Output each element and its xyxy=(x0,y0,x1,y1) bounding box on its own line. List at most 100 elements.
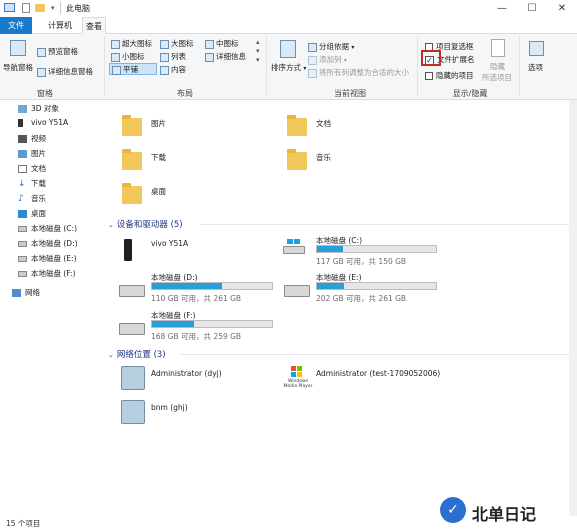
pictures-icon xyxy=(18,150,27,158)
drive-usage-fill xyxy=(152,283,222,289)
options-button[interactable]: 选项 xyxy=(528,62,543,73)
network-section-header[interactable]: ⌄ 网络位置 (3) xyxy=(108,348,166,360)
group-by-button[interactable]: 分组依据 ▾ xyxy=(308,41,354,52)
layout-scroll-icon[interactable]: ▴ ▾ ▾ xyxy=(256,38,260,65)
folder-label: 桌面 xyxy=(151,187,166,196)
3d-objects-icon xyxy=(18,105,27,113)
content-icon xyxy=(160,65,169,75)
drive-item-f[interactable]: 本地磁盘 (F:) 168 GB 可用，共 259 GB xyxy=(115,309,275,345)
video-icon xyxy=(18,135,27,143)
nav-item-drive-c[interactable]: 本地磁盘 (C:) xyxy=(18,223,77,235)
chevron-down-icon: ▾ xyxy=(343,57,347,64)
devices-section-header[interactable]: ⌄ 设备和驱动器 (5) xyxy=(108,218,183,230)
nav-item-desktop[interactable]: 桌面 xyxy=(18,208,46,220)
new-folder-icon[interactable] xyxy=(35,4,45,12)
folder-item-music[interactable]: 音乐 xyxy=(283,148,403,178)
close-button[interactable]: ✕ xyxy=(547,0,577,17)
watermark-text: 北单日记 xyxy=(472,505,537,524)
nav-item-label: 文档 xyxy=(31,164,46,173)
network-icon xyxy=(12,289,21,297)
hidden-items-checkbox[interactable] xyxy=(425,72,433,80)
layout-list[interactable]: 列表 xyxy=(160,51,186,62)
nav-item-3d-objects[interactable]: 3D 对象 xyxy=(18,103,59,115)
title-bar: ▾ 此电脑 — ☐ ✕ xyxy=(0,0,577,17)
layout-content[interactable]: 内容 xyxy=(160,64,186,75)
nav-item-label: 视频 xyxy=(31,134,46,143)
folder-item-pictures[interactable]: 图片 xyxy=(118,114,238,144)
add-column-icon xyxy=(308,55,317,65)
folder-label: 图片 xyxy=(151,119,166,128)
layout-small-icons[interactable]: 小图标 xyxy=(111,51,145,62)
nav-item-documents[interactable]: 文档 xyxy=(18,163,46,175)
section-divider xyxy=(200,224,570,225)
drive-usage-bar xyxy=(151,282,273,290)
device-item-phone[interactable]: vivo Y51A xyxy=(118,237,268,267)
nav-item-music[interactable]: ♪ 音乐 xyxy=(18,193,46,205)
drive-icon xyxy=(119,323,145,335)
desktop-folder-icon xyxy=(122,183,142,204)
nav-item-label: 本地磁盘 (C:) xyxy=(31,224,77,233)
tab-computer[interactable]: 计算机 xyxy=(38,17,82,34)
folder-item-documents[interactable]: 文档 xyxy=(283,114,403,144)
tab-view[interactable]: 查看 xyxy=(82,17,106,34)
section-divider xyxy=(180,354,570,355)
divider xyxy=(104,36,105,96)
minimize-button[interactable]: — xyxy=(487,0,517,17)
add-column-label: 添加列 xyxy=(319,55,342,64)
tab-file[interactable]: 文件 xyxy=(0,17,32,34)
divider xyxy=(519,36,520,96)
hidden-items-option[interactable]: 隐藏的项目 xyxy=(425,70,474,81)
nav-item-label: 3D 对象 xyxy=(31,104,59,113)
preview-pane-icon xyxy=(37,47,46,57)
drive-item-e[interactable]: 本地磁盘 (E:) 202 GB 可用，共 261 GB xyxy=(280,271,440,307)
folder-item-desktop[interactable]: 桌面 xyxy=(118,182,238,212)
preview-pane-button[interactable]: 预览窗格 xyxy=(37,46,78,57)
add-column-button[interactable]: 添加列 ▾ xyxy=(308,54,347,65)
layout-option-label: 小图标 xyxy=(122,52,145,61)
group-by-label: 分组依据 xyxy=(319,42,349,51)
nav-item-network[interactable]: 网络 xyxy=(12,287,40,299)
maximize-button[interactable]: ☐ xyxy=(517,0,547,17)
chevron-down-icon: ▾ xyxy=(351,44,355,51)
drive-item-d[interactable]: 本地磁盘 (D:) 110 GB 可用，共 261 GB xyxy=(115,271,275,307)
layout-medium-icons[interactable]: 中图标 xyxy=(205,38,239,49)
nav-item-label: 本地磁盘 (F:) xyxy=(31,269,76,278)
folder-item-downloads[interactable]: 下载 xyxy=(118,148,238,178)
network-item-dyj[interactable]: Administrator (dyj) xyxy=(118,364,278,396)
sort-button[interactable]: 排序方式 ▾ xyxy=(271,62,306,73)
layout-tiles[interactable]: 平铺 xyxy=(109,63,157,75)
fit-columns-button[interactable]: 将所有列调整为合适的大小 xyxy=(308,67,409,78)
layout-option-label: 详细信息 xyxy=(216,52,246,61)
network-item-label: Administrator (test-1709052006) xyxy=(316,369,441,378)
layout-details[interactable]: 详细信息 xyxy=(205,51,246,62)
nav-item-pictures[interactable]: 图片 xyxy=(18,148,46,160)
nav-item-downloads[interactable]: ↓ 下载 xyxy=(18,178,46,190)
sort-label: 排序方式 xyxy=(271,63,301,72)
properties-icon[interactable] xyxy=(22,3,30,13)
vertical-scrollbar[interactable] xyxy=(569,100,577,516)
nav-item-drive-e[interactable]: 本地磁盘 (E:) xyxy=(18,253,77,265)
nav-item-phone[interactable]: vivo Y51A xyxy=(18,118,68,130)
divider xyxy=(60,2,61,14)
nav-item-drive-d[interactable]: 本地磁盘 (D:) xyxy=(18,238,78,250)
details-pane-button[interactable]: 详细信息窗格 xyxy=(37,66,93,77)
drive-usage-fill xyxy=(317,246,344,252)
windows-drive-icon xyxy=(283,239,305,254)
chevron-down-icon: ⌄ xyxy=(108,221,114,229)
documents-folder-icon xyxy=(287,115,307,136)
desktop-icon xyxy=(18,210,27,218)
file-extensions-label: 文件扩展名 xyxy=(437,55,475,64)
network-item-test[interactable]: Windows Media Player Administrator (test… xyxy=(281,364,471,396)
drive-space-info: 168 GB 可用，共 259 GB xyxy=(151,332,242,341)
network-item-ghj[interactable]: bnm (ghj) xyxy=(118,398,278,430)
navigation-pane-button[interactable]: 导航窗格 xyxy=(3,62,33,73)
layout-extra-large-icons[interactable]: 超大图标 xyxy=(111,38,152,49)
quick-access-dropdown-icon[interactable]: ▾ xyxy=(51,4,55,12)
drive-item-c[interactable]: 本地磁盘 (C:) 117 GB 可用，共 150 GB xyxy=(280,234,440,270)
nav-item-drive-f[interactable]: 本地磁盘 (F:) xyxy=(18,268,76,280)
layout-option-label: 平铺 xyxy=(123,65,138,74)
highlight-box xyxy=(421,50,441,66)
nav-item-videos[interactable]: 视频 xyxy=(18,133,46,145)
layout-large-icons[interactable]: 大图标 xyxy=(160,38,194,49)
hide-selected-button[interactable]: 隐藏 xyxy=(490,61,505,72)
